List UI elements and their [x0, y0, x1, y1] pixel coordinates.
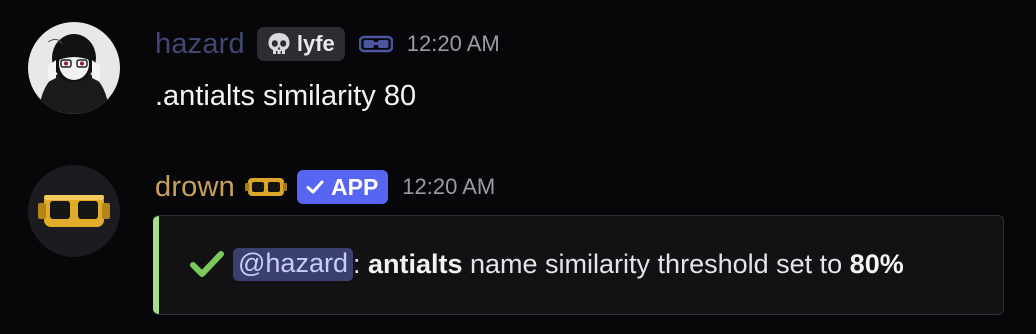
avatar-drown-image: [28, 165, 120, 257]
embed-description: @hazard: antialts name similarity thresh…: [187, 243, 904, 285]
message-header: hazard lyfe 12:20 AM: [155, 24, 500, 64]
app-badge-label: APP: [331, 173, 379, 200]
timestamp: 12:20 AM: [402, 174, 496, 199]
skull-icon: [268, 33, 290, 54]
app-badge: APP: [297, 170, 389, 204]
timestamp: 12:20 AM: [406, 31, 500, 56]
message-header: drown APP 12:20 AM: [155, 167, 495, 207]
avatar-hazard[interactable]: [28, 22, 120, 114]
avatar-hazard-image: [28, 22, 120, 114]
message-content: .antialts similarity 80: [155, 80, 417, 112]
embed-value: 80%: [849, 248, 904, 279]
avatar-drown[interactable]: [28, 165, 120, 257]
checkmark-icon: [306, 180, 324, 194]
goggles-icon: [245, 178, 287, 196]
embed-accent-bar: [153, 216, 159, 314]
server-tag[interactable]: lyfe: [256, 27, 345, 61]
message-drown: drown APP 12:20 AM @hazard: antialts nam…: [0, 150, 1036, 334]
server-tag-label: lyfe: [296, 31, 335, 56]
embed-text: name similarity threshold set to: [462, 248, 850, 279]
checkmark-icon: [190, 251, 224, 277]
bot-embed: @hazard: antialts name similarity thresh…: [153, 215, 1004, 315]
goggles-icon: [358, 35, 393, 53]
embed-command: antialts: [367, 248, 463, 279]
username[interactable]: hazard: [155, 24, 245, 64]
embed-separator: :: [352, 248, 368, 279]
username[interactable]: drown: [155, 167, 235, 207]
user-mention[interactable]: @hazard: [233, 247, 353, 281]
message-hazard: hazard lyfe 12:20 AM .antialts similarit…: [0, 0, 1036, 150]
